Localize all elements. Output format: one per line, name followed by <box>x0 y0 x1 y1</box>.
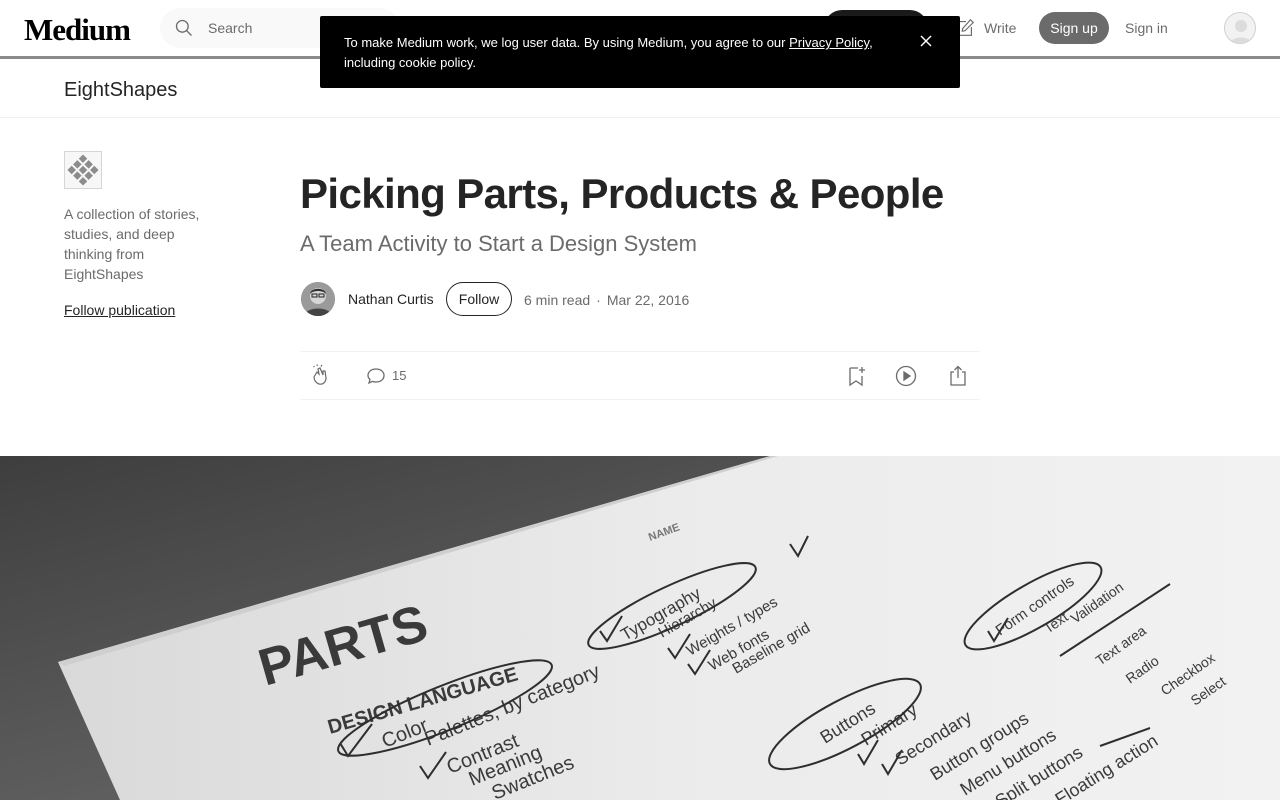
bookmark-icon <box>849 367 865 387</box>
author-avatar[interactable] <box>301 282 335 316</box>
clap-icon <box>313 364 327 385</box>
response-icon <box>367 368 385 385</box>
sign-up-button[interactable]: Sign up <box>1039 12 1109 44</box>
article-subtitle: A Team Activity to Start a Design System <box>300 231 697 256</box>
author-name[interactable]: Nathan Curtis <box>348 291 434 307</box>
publish-date: Mar 22, 2016 <box>606 292 690 308</box>
privacy-policy-link[interactable]: Privacy Policy <box>789 35 869 50</box>
search-icon <box>175 19 192 36</box>
write-link[interactable]: Write <box>954 17 1016 39</box>
sign-in-link[interactable]: Sign in <box>1125 20 1168 36</box>
parts-worksheet-photo: PARTS DESIGN LANGUAGE Color Palettes, by… <box>0 456 1280 800</box>
medium-logo[interactable]: Medium <box>24 12 131 48</box>
user-avatar-icon[interactable] <box>1224 12 1256 44</box>
meta-separator: · <box>596 292 601 308</box>
publication-description: A collection of stories, studies, and de… <box>64 206 200 282</box>
listen-button[interactable] <box>894 364 918 388</box>
publication-logo[interactable] <box>64 151 102 189</box>
close-icon[interactable] <box>917 32 935 50</box>
cookie-text: To make Medium work, we log user data. B… <box>344 35 790 50</box>
publication-bar <box>0 59 1280 118</box>
clap-button[interactable] <box>308 364 332 388</box>
follow-author-button[interactable]: Follow <box>446 282 512 316</box>
author-photo-icon <box>301 282 335 316</box>
follow-publication-link[interactable]: Follow publication <box>64 302 175 318</box>
response-count[interactable]: 15 <box>392 368 406 383</box>
search-input[interactable] <box>208 17 308 39</box>
responses-button[interactable] <box>366 366 386 386</box>
share-button[interactable] <box>946 364 970 388</box>
write-label: Write <box>984 20 1017 36</box>
share-icon <box>950 365 966 386</box>
eightshapes-logo-icon <box>67 154 99 186</box>
read-time: 6 min read <box>524 292 591 308</box>
article-title: Picking Parts, Products & People <box>300 170 944 217</box>
publication-name[interactable]: EightShapes <box>64 79 177 102</box>
save-button[interactable] <box>844 364 868 388</box>
hero-image: PARTS DESIGN LANGUAGE Color Palettes, by… <box>0 456 1280 800</box>
play-icon <box>895 365 917 387</box>
article-meta: 6 min read · Mar 22, 2016 <box>524 292 689 308</box>
